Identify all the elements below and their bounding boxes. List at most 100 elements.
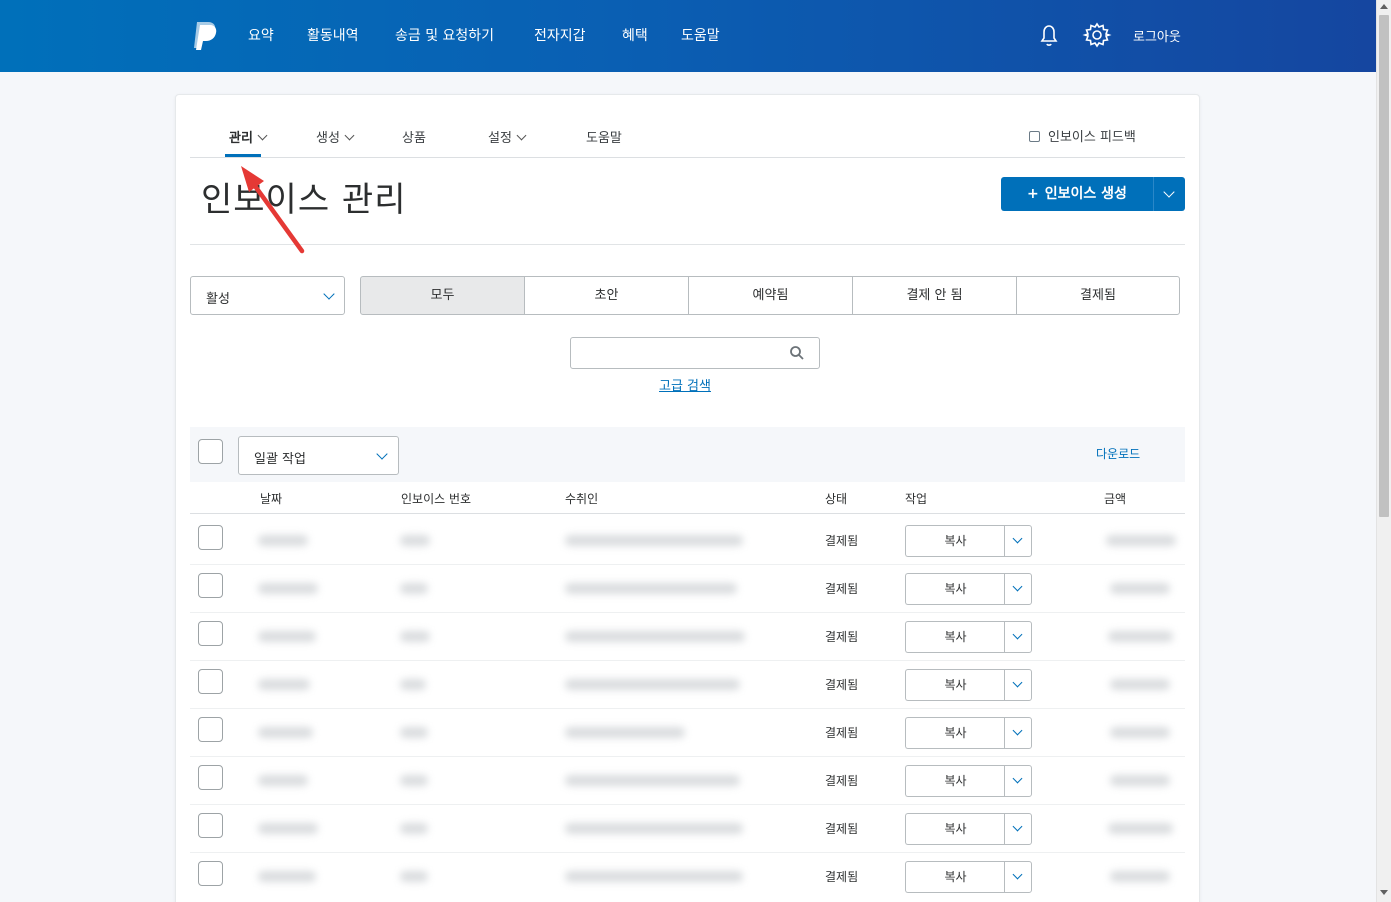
status-badge: 결제됨 [825,534,859,548]
chevron-down-icon [1012,725,1023,736]
bulk-action-select[interactable]: 일괄 작업 [238,436,399,475]
status-badge: 결제됨 [825,822,859,836]
copy-button[interactable]: 복사 [905,765,1005,797]
copy-button[interactable]: 복사 [905,525,1005,557]
table-header-divider [190,513,1185,514]
row-checkbox[interactable] [198,525,223,550]
chevron-down-icon [1012,629,1023,640]
row-action-dropdown[interactable] [1004,621,1032,653]
chevron-down-icon [1012,821,1023,832]
copy-button[interactable]: 복사 [905,621,1005,653]
search-input[interactable] [570,337,820,369]
create-invoice-dropdown-button[interactable] [1153,177,1185,211]
column-header-date[interactable]: 날짜 [260,490,282,507]
feedback-bubble-icon [1029,131,1040,142]
download-link[interactable]: 다운로드 [1096,445,1140,462]
tab-settings-label: 설정 [488,131,512,146]
create-invoice-button[interactable]: + 인보이스 생성 [1001,177,1153,211]
copy-button[interactable]: 복사 [905,717,1005,749]
filter-tab-scheduled[interactable]: 예약됨 [688,276,853,315]
row-divider [190,804,1185,805]
filter-tab-unpaid[interactable]: 결제 안 됨 [852,276,1017,315]
row-divider [190,756,1185,757]
copy-button[interactable]: 복사 [905,669,1005,701]
tab-manage-label: 관리 [229,131,253,146]
scroll-down-arrow-icon[interactable] [1380,890,1388,895]
tab-products[interactable]: 상품 [402,127,426,146]
redacted-invoice-number [400,823,428,834]
tab-create-label: 생성 [316,131,340,146]
row-checkbox[interactable] [198,861,223,886]
redacted-recipient [565,871,743,882]
redacted-date [258,679,310,690]
redacted-amount [1110,679,1170,690]
copy-button[interactable]: 복사 [905,813,1005,845]
plus-icon: + [1027,186,1039,202]
column-header-recipient[interactable]: 수취인 [565,490,598,507]
nav-activity[interactable]: 활동내역 [307,25,359,45]
chevron-down-icon [1012,869,1023,880]
redacted-date [258,871,316,882]
tab-help[interactable]: 도움말 [586,127,622,146]
logout-link[interactable]: 로그아웃 [1133,26,1181,45]
status-badge: 결제됨 [825,582,859,596]
chevron-down-icon [1012,533,1023,544]
column-header-actions: 작업 [905,492,928,506]
row-divider [190,660,1185,661]
tab-settings[interactable]: 설정 [488,127,527,146]
column-header-status[interactable]: 상태 [825,490,847,507]
redacted-amount [1108,823,1173,834]
row-action-dropdown[interactable] [1004,525,1032,557]
tab-manage[interactable]: 관리 [229,127,268,146]
copy-button[interactable]: 복사 [905,573,1005,605]
search-icon[interactable] [789,345,805,361]
row-checkbox[interactable] [198,813,223,838]
row-action-dropdown[interactable] [1004,717,1032,749]
redacted-date [258,775,308,786]
redacted-invoice-number [400,871,428,882]
copy-button[interactable]: 복사 [905,861,1005,893]
redacted-recipient [565,583,737,594]
page-scrollbar[interactable] [1376,0,1391,902]
scroll-thumb[interactable] [1379,15,1389,517]
redacted-recipient [565,631,745,642]
tab-create[interactable]: 생성 [316,127,355,146]
row-checkbox[interactable] [198,669,223,694]
row-action-dropdown[interactable] [1004,573,1032,605]
row-checkbox[interactable] [198,621,223,646]
gear-icon[interactable] [1082,20,1112,50]
row-checkbox[interactable] [198,573,223,598]
scroll-up-arrow-icon[interactable] [1380,4,1388,9]
column-header-invoice-number[interactable]: 인보이스 번호 [401,490,471,507]
nav-offers[interactable]: 혜택 [622,25,648,45]
redacted-amount [1110,727,1170,738]
nav-wallet[interactable]: 전자지갑 [534,25,586,45]
select-all-checkbox[interactable] [198,439,223,464]
advanced-search-link[interactable]: 고급 검색 [659,375,711,394]
page-title: 인보이스 관리 [201,180,407,220]
row-action-dropdown[interactable] [1004,861,1032,893]
status-select[interactable]: 활성 [190,276,345,315]
filter-tab-all[interactable]: 모두 [360,276,525,315]
redacted-invoice-number [400,727,428,738]
nav-summary[interactable]: 요약 [248,25,274,45]
row-divider [190,612,1185,613]
row-checkbox[interactable] [198,717,223,742]
row-action-dropdown[interactable] [1004,669,1032,701]
filter-tab-paid[interactable]: 결제됨 [1016,276,1180,315]
create-invoice-label: 인보이스 생성 [1044,186,1127,202]
filter-tab-draft[interactable]: 초안 [524,276,689,315]
row-checkbox[interactable] [198,765,223,790]
invoice-feedback-link[interactable]: 인보이스 피드백 [1029,126,1136,145]
row-action-dropdown[interactable] [1004,813,1032,845]
bell-icon[interactable] [1034,20,1064,50]
row-action-dropdown[interactable] [1004,765,1032,797]
chevron-down-icon [257,130,268,141]
nav-send-request[interactable]: 송금 및 요청하기 [395,25,494,45]
row-divider [190,708,1185,709]
nav-help[interactable]: 도움말 [681,25,720,45]
chevron-down-icon [376,448,388,460]
redacted-amount [1110,583,1170,594]
paypal-logo-icon[interactable] [191,20,219,50]
column-header-amount[interactable]: 금액 [1104,490,1126,507]
